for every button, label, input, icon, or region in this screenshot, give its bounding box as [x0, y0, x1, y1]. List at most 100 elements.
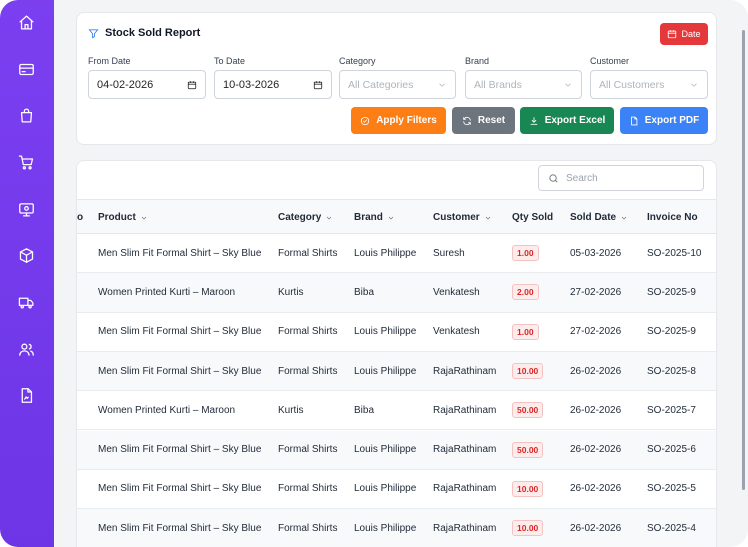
check-circle-icon [361, 116, 370, 125]
table-card: Search o Product Category Brand Customer… [76, 160, 717, 547]
sold-date-cell: 27-02-2026 [570, 313, 621, 351]
qty-column-header[interactable]: Qty Sold [512, 200, 553, 235]
brand-select[interactable]: All Brands [465, 70, 582, 99]
export-pdf-button[interactable]: Export PDF [620, 107, 708, 134]
customer-cell-text: RajaRathinam [433, 522, 497, 534]
to-date-value: 10-03-2026 [223, 78, 280, 91]
sold-date-cell: 27-02-2026 [570, 273, 621, 311]
home-icon[interactable] [16, 12, 36, 32]
product-cell: Men Slim Fit Formal Shirt – Sky Blue [98, 234, 261, 272]
brand-cell: Louis Philippe [354, 431, 416, 469]
customer-cell-text: RajaRathinam [433, 365, 497, 377]
brand-cell-text: Louis Philippe [354, 247, 417, 259]
sold-date-cell-text: 26-02-2026 [570, 404, 622, 416]
customer-select[interactable]: All Customers [590, 70, 708, 99]
customer-cell-text: Venkatesh [433, 286, 480, 298]
sold-date-cell: 26-02-2026 [570, 391, 621, 429]
table-row[interactable]: Women Printed Kurti – Maroon Kurtis Biba Ra… [77, 391, 716, 431]
users-icon[interactable] [16, 339, 36, 359]
sold-date-cell: 26-02-2026 [570, 470, 621, 508]
table-row[interactable]: Men Slim Fit Formal Shirt – Sky Blue Form… [77, 470, 716, 510]
category-cell: Kurtis [278, 391, 304, 429]
category-cell-text: Kurtis [278, 404, 304, 416]
refresh-icon [463, 116, 471, 125]
product-cell: Men Slim Fit Formal Shirt – Sky Blue [98, 313, 261, 351]
table-row[interactable]: Men Slim Fit Formal Shirt – Sky Blue Form… [77, 430, 716, 470]
shopping-bag-icon[interactable] [16, 105, 36, 125]
document-icon[interactable] [16, 385, 36, 405]
product-cell-text: Men Slim Fit Formal Shirt – Sky Blue [98, 444, 262, 456]
sold-date-cell-text: 27-02-2026 [570, 286, 622, 298]
qty-cell: 10.00 [512, 470, 544, 508]
brand-cell: Louis Philippe [354, 470, 416, 508]
qty-badge: 1.00 [512, 323, 539, 340]
product-cell-text: Men Slim Fit Formal Shirt – Sky Blue [98, 522, 262, 534]
calendar-icon[interactable] [187, 80, 197, 90]
sidebar [0, 0, 54, 547]
chevron-down-icon [141, 216, 147, 219]
product-cell-text: Women Printed Kurti – Maroon [98, 404, 236, 416]
table-row[interactable]: Women Printed Kurti – Maroon Kurtis Biba Ve… [77, 273, 716, 313]
chevron-down-icon [621, 216, 627, 219]
invoice-column-header[interactable]: Invoice No [647, 200, 698, 235]
box-icon[interactable] [16, 245, 36, 265]
to-date-input[interactable]: 10-03-2026 [214, 70, 332, 99]
category-cell: Formal Shirts [278, 313, 337, 351]
scrollbar[interactable] [742, 30, 745, 490]
qty-badge: 10.00 [512, 520, 544, 537]
brand-cell-text: Louis Philippe [354, 444, 417, 456]
customer-placeholder: All Customers [599, 78, 665, 91]
customer-cell: Suresh [433, 234, 465, 272]
sold-date-cell-text: 26-02-2026 [570, 483, 622, 495]
invoice-cell: SO-2025-9 [647, 273, 696, 311]
customer-cell-text: Suresh [433, 247, 465, 259]
customer-cell: Venkatesh [433, 313, 480, 351]
apply-filters-button[interactable]: Apply Filters [351, 107, 446, 134]
sold-date-cell-text: 05-03-2026 [570, 247, 622, 259]
invoice-cell: SO-2025-10 [647, 234, 701, 272]
table-row[interactable]: Men Slim Fit Formal Shirt – Sky Blue Form… [77, 234, 716, 274]
brand-column-header[interactable]: Brand [354, 200, 395, 235]
customer-cell: RajaRathinam [433, 391, 496, 429]
qty-cell: 1.00 [512, 234, 539, 272]
brand-cell: Biba [354, 273, 374, 311]
monitor-icon[interactable] [16, 199, 36, 219]
customer-column-header[interactable]: Customer [433, 200, 492, 235]
invoice-cell: SO-2025-4 [647, 509, 696, 547]
table-row[interactable]: Men Slim Fit Formal Shirt – Sky Blue Form… [77, 509, 716, 547]
date-button-label: Date [681, 29, 701, 39]
product-cell-text: Men Slim Fit Formal Shirt – Sky Blue [98, 365, 262, 377]
category-cell: Formal Shirts [278, 470, 337, 508]
invoice-cell-text: SO-2025-5 [647, 483, 696, 495]
reset-button[interactable]: Reset [452, 107, 515, 134]
customer-cell: RajaRathinam [433, 509, 496, 547]
product-column-header[interactable]: Product [98, 200, 148, 235]
qty-badge: 10.00 [512, 480, 544, 497]
search-icon [549, 173, 558, 182]
credit-card-icon[interactable] [16, 59, 36, 79]
category-cell: Formal Shirts [278, 234, 337, 272]
category-cell-text: Kurtis [278, 286, 304, 298]
category-select[interactable]: All Categories [339, 70, 456, 99]
export-excel-button[interactable]: Export Excel [520, 107, 614, 134]
sold-date-cell-text: 26-02-2026 [570, 444, 622, 456]
invoice-cell: SO-2025-8 [647, 352, 696, 390]
from-date-input[interactable]: 04-02-2026 [88, 70, 206, 99]
brand-cell: Louis Philippe [354, 234, 416, 272]
brand-cell-text: Louis Philippe [354, 522, 417, 534]
table-row[interactable]: Men Slim Fit Formal Shirt – Sky Blue Form… [77, 313, 716, 352]
date-button[interactable]: Date [660, 23, 708, 45]
apply-filters-label: Apply Filters [376, 115, 437, 126]
qty-cell: 50.00 [512, 391, 544, 429]
customer-cell: Venkatesh [433, 273, 480, 311]
calendar-icon[interactable] [313, 80, 323, 90]
truck-icon[interactable] [16, 292, 36, 312]
cart-icon[interactable] [16, 152, 36, 172]
qty-cell: 2.00 [512, 273, 539, 311]
sold-date-column-header[interactable]: Sold Date [570, 200, 628, 235]
invoice-cell-text: SO-2025-9 [647, 286, 696, 298]
table-row[interactable]: Men Slim Fit Formal Shirt – Sky Blue Form… [77, 351, 716, 392]
search-input[interactable]: Search [538, 165, 704, 191]
invoice-cell-text: SO-2025-9 [647, 326, 696, 338]
category-column-header[interactable]: Category [278, 200, 333, 235]
